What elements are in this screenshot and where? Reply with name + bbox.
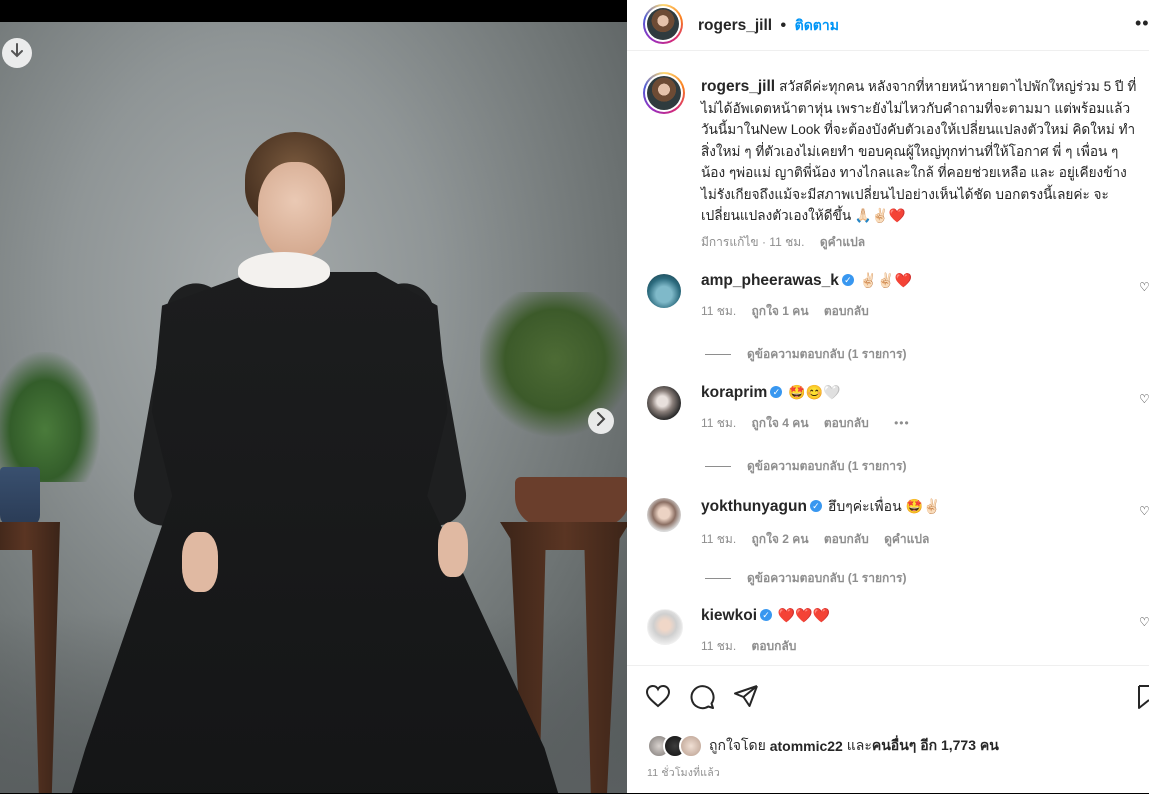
comment-time[interactable]: 11 ชม. [701, 416, 736, 430]
follow-button[interactable]: ติดตาม [795, 17, 839, 33]
comment-time[interactable]: 11 ชม. [701, 304, 736, 318]
comment-username[interactable]: koraprim [701, 384, 767, 401]
view-replies-link[interactable]: ดูข้อความตอบกลับ (1 รายการ) [705, 345, 906, 364]
caption-edited: มีการแก้ไข [701, 234, 759, 249]
comment-avatar[interactable] [647, 498, 681, 532]
post-caption: rogers_jill สวัสดีค่ะทุกคน หลังจากที่หายห… [701, 76, 1141, 253]
comment-meta: 11 ชม. ถูกใจ 1 คน ตอบกลับ [701, 302, 912, 321]
save-bookmark-icon[interactable] [1137, 684, 1149, 715]
comment-body: yokthunyagun ✓ ฮึบๆค่ะเพื่อน 🤩✌🏻 11 ชม. ถ… [701, 496, 941, 549]
comment-translate-link[interactable]: ดูคำแปล [884, 532, 929, 546]
download-button[interactable] [2, 38, 32, 68]
post-timestamp[interactable]: 11 ชั่วโมงที่แล้ว [647, 764, 720, 781]
author-avatar[interactable] [643, 4, 683, 44]
like-heart-icon[interactable] [645, 684, 671, 713]
comment-text: 🤩😊🤍 [788, 384, 841, 400]
liked-by-prefix: ถูกใจโดย [709, 737, 766, 753]
like-comment-heart-icon[interactable]: ♡ [1139, 504, 1149, 518]
view-replies-text: ดูข้อความตอบกลับ (1 รายการ) [747, 571, 907, 585]
view-replies-link[interactable]: ดูข้อความตอบกลับ (1 รายการ) [705, 569, 906, 588]
replies-dash [705, 354, 731, 356]
comment-text: ฮึบๆค่ะเพื่อน 🤩✌🏻 [827, 498, 941, 514]
comment-text: ✌🏻✌🏻❤️ [859, 272, 913, 288]
verified-badge-icon: ✓ [760, 609, 772, 622]
like-comment-heart-icon[interactable]: ♡ [1139, 392, 1149, 406]
like-comment-heart-icon[interactable]: ♡ [1139, 280, 1149, 294]
comment-more-options-icon[interactable]: ••• [894, 416, 910, 430]
comment-likes[interactable]: ถูกใจ 1 คน [752, 304, 809, 318]
caption-meta: มีการแก้ไข · 11 ชม. ดูคำแปล [701, 234, 866, 249]
comment-username[interactable]: amp_pheerawas_k [701, 272, 839, 289]
verified-badge-icon: ✓ [809, 500, 822, 513]
comment-body: koraprim ✓ 🤩😊🤍 11 ชม. ถูกใจ 4 คน ตอบกลับ … [701, 384, 922, 433]
post-panel: rogers_jill • ติดตาม ••• rogers_jillสวัส… [627, 0, 1149, 793]
carousel-next-button[interactable] [588, 408, 614, 434]
comment-time[interactable]: 11 ชม. [701, 532, 736, 546]
verified-badge-icon: ✓ [841, 274, 854, 287]
person-hand-right [438, 522, 468, 577]
view-replies-text: ดูข้อความตอบกลับ (1 รายการ) [747, 347, 907, 361]
like-comment-heart-icon[interactable]: ♡ [1139, 615, 1149, 629]
comment-body: kiewkoi ✓ ❤️❤️❤️ 11 ชม. ตอบกลับ [701, 607, 830, 656]
comment-avatar[interactable] [647, 609, 683, 645]
comment-time[interactable]: 11 ชม. [701, 639, 736, 653]
share-paper-plane-icon[interactable] [733, 684, 759, 713]
more-options-icon[interactable]: ••• [1135, 13, 1149, 34]
comment-likes[interactable]: ถูกใจ 4 คน [752, 416, 809, 430]
person-dress [60, 272, 570, 793]
comment-bubble-icon[interactable] [689, 684, 715, 715]
comment-reply-button[interactable]: ตอบกลับ [824, 532, 869, 546]
person-collar [238, 252, 330, 288]
comment-reply-button[interactable]: ตอบกลับ [824, 416, 869, 430]
comment-username[interactable]: kiewkoi [701, 607, 757, 624]
photo-pot-left [0, 467, 40, 527]
view-replies-text: ดูข้อความตอบกลับ (1 รายการ) [747, 459, 907, 473]
comment-meta: 11 ชม. ตอบกลับ [701, 637, 830, 656]
post-photo[interactable] [0, 22, 627, 793]
caption-translate-link[interactable]: ดูคำแปล [820, 235, 865, 249]
separator-dot: • [780, 17, 787, 34]
photo-person [60, 132, 570, 793]
verified-badge-icon: ✓ [770, 386, 783, 399]
caption-author-avatar[interactable] [643, 72, 685, 114]
liked-by-and: และ [846, 737, 872, 753]
replies-dash [705, 578, 731, 580]
caption-username[interactable]: rogers_jill [701, 78, 775, 95]
comment-reply-button[interactable]: ตอบกลับ [752, 639, 797, 653]
liked-by-others[interactable]: คนอื่นๆ อีก 1,773 คน [872, 735, 999, 757]
comment-likes[interactable]: ถูกใจ 2 คน [752, 532, 809, 546]
liker-avatar[interactable] [679, 734, 703, 758]
comment-username[interactable]: yokthunyagun [701, 498, 807, 515]
author-username[interactable]: rogers_jill [698, 17, 772, 34]
replies-dash [705, 466, 731, 468]
comment-meta: 11 ชม. ถูกใจ 4 คน ตอบกลับ ••• [701, 414, 922, 433]
caption-text: สวัสดีค่ะทุกคน หลังจากที่หายหน้าหายตาไปพ… [701, 79, 1137, 223]
comment-avatar[interactable] [647, 386, 681, 420]
liked-by-user[interactable]: atommic22 [770, 738, 843, 754]
arrow-down-icon [10, 42, 24, 64]
post-actions: ถูกใจโดย atommic22 และ คนอื่นๆ อีก 1,773 … [627, 665, 1149, 794]
comment-avatar[interactable] [647, 274, 681, 308]
view-replies-link[interactable]: ดูข้อความตอบกลับ (1 รายการ) [705, 457, 906, 476]
caption-time[interactable]: 11 ชม. [769, 235, 804, 249]
comment-body: amp_pheerawas_k ✓ ✌🏻✌🏻❤️ 11 ชม. ถูกใจ 1 ค… [701, 272, 912, 321]
person-hand-left [182, 532, 218, 592]
comment-text: ❤️❤️❤️ [777, 607, 831, 623]
liked-by-row: ถูกใจโดย atommic22 และ คนอื่นๆ อีก 1,773 … [647, 734, 999, 758]
chevron-right-icon [596, 411, 606, 431]
comment-reply-button[interactable]: ตอบกลับ [824, 304, 869, 318]
post-header: rogers_jill • ติดตาม ••• [627, 0, 1149, 51]
person-face [258, 162, 332, 260]
comment-meta: 11 ชม. ถูกใจ 2 คน ตอบกลับ ดูคำแปล [701, 530, 941, 549]
